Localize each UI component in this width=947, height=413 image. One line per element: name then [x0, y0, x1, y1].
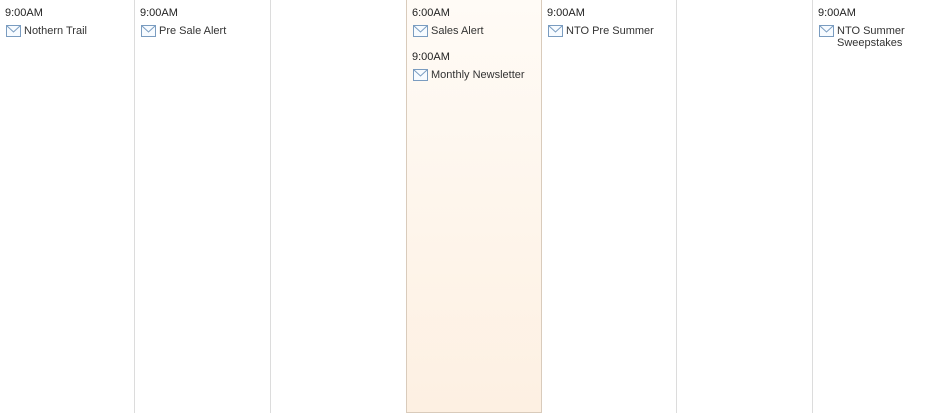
calendar-event[interactable]: 6:00AM Sales Alert	[412, 7, 541, 37]
event-item[interactable]: Monthly Newsletter	[412, 69, 541, 81]
email-icon	[141, 25, 156, 37]
event-time: 6:00AM	[412, 7, 450, 19]
event-title: NTO Pre Summer	[566, 25, 654, 37]
event-title: Nothern Trail	[24, 25, 87, 37]
email-icon	[6, 25, 21, 37]
day-column[interactable]	[677, 0, 813, 413]
email-icon	[819, 25, 834, 37]
calendar-event[interactable]: 9:00AM Pre Sale Alert	[140, 7, 270, 37]
calendar-week-view: 9:00AM Nothern Trail 9:00AM Pre Sale Ale…	[0, 0, 947, 413]
calendar-event[interactable]: 9:00AM NTO Summer Sweepstakes	[818, 7, 947, 49]
email-icon	[413, 69, 428, 81]
day-column[interactable]: 9:00AM Nothern Trail	[0, 0, 135, 413]
event-time: 9:00AM	[412, 51, 450, 63]
event-title: NTO Summer Sweepstakes	[837, 25, 905, 49]
day-column-today[interactable]: 6:00AM Sales Alert 9:00AM Monthly Newsle…	[406, 0, 542, 413]
day-column[interactable]: 9:00AM Pre Sale Alert	[135, 0, 271, 413]
email-icon	[413, 25, 428, 37]
event-title: Pre Sale Alert	[159, 25, 227, 37]
event-title: Sales Alert	[431, 25, 484, 37]
calendar-event[interactable]: 9:00AM NTO Pre Summer	[547, 7, 676, 37]
event-time: 9:00AM	[818, 7, 856, 19]
event-item[interactable]: NTO Pre Summer	[547, 25, 676, 37]
event-item[interactable]: NTO Summer Sweepstakes	[818, 25, 947, 49]
event-item[interactable]: Nothern Trail	[5, 25, 134, 37]
calendar-event[interactable]: 9:00AM Monthly Newsletter	[412, 51, 541, 81]
event-time: 9:00AM	[140, 7, 178, 19]
event-time: 9:00AM	[5, 7, 43, 19]
event-time: 9:00AM	[547, 7, 585, 19]
day-column[interactable]	[271, 0, 406, 413]
day-column[interactable]: 9:00AM NTO Pre Summer	[542, 0, 677, 413]
day-column[interactable]: 9:00AM NTO Summer Sweepstakes	[813, 0, 947, 413]
event-item[interactable]: Pre Sale Alert	[140, 25, 270, 37]
email-icon	[548, 25, 563, 37]
event-item[interactable]: Sales Alert	[412, 25, 541, 37]
calendar-event[interactable]: 9:00AM Nothern Trail	[5, 7, 134, 37]
event-title: Monthly Newsletter	[431, 69, 525, 81]
